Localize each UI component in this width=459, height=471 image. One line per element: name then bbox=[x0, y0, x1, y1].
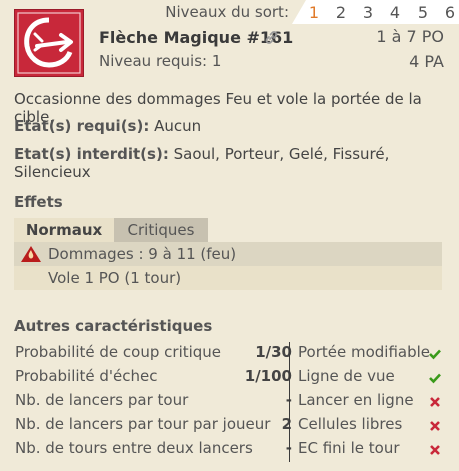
arrow-spell-icon bbox=[17, 12, 81, 74]
spell-ap-cost: 4 PA bbox=[409, 52, 444, 71]
required-states: Etat(s) requi(s): Aucun bbox=[14, 117, 201, 135]
characteristic-row: Nb. de lancers par tour par joueur 2 Cel… bbox=[14, 414, 444, 438]
effect-row: Vole 1 PO (1 tour) bbox=[14, 266, 442, 290]
characteristic-row: Nb. de lancers par tour - Lancer en lign… bbox=[14, 390, 444, 414]
required-states-label: Etat(s) requi(s): bbox=[14, 117, 150, 135]
characteristic-value: 1/30 bbox=[255, 343, 292, 361]
flag-label: Portée modifiable bbox=[298, 343, 430, 361]
flag-label: Cellules libres bbox=[298, 415, 403, 433]
link-icon[interactable] bbox=[263, 29, 280, 50]
level-6-tab[interactable]: 6 bbox=[443, 3, 457, 22]
characteristic-label: Nb. de lancers par tour par joueur bbox=[15, 415, 271, 433]
level-4-tab[interactable]: 4 bbox=[388, 3, 402, 22]
effects-title: Effets bbox=[14, 193, 63, 211]
characteristic-label: Nb. de tours entre deux lancers bbox=[15, 439, 253, 457]
characteristic-row: Probabilité d'échec 1/100 Ligne de vue bbox=[14, 366, 444, 390]
column-divider bbox=[289, 342, 290, 462]
tab-critical-effects[interactable]: Critiques bbox=[114, 218, 208, 242]
level-2-tab[interactable]: 2 bbox=[334, 3, 348, 22]
forbidden-states: Etat(s) interdit(s): Saoul, Porteur, Gel… bbox=[14, 145, 459, 181]
required-level: Niveau requis: 1 bbox=[99, 52, 222, 70]
cross-icon bbox=[430, 421, 440, 431]
levels-tabs: 1 2 3 4 5 6 bbox=[292, 0, 459, 24]
levels-label: Niveaux du sort: bbox=[165, 3, 289, 21]
characteristic-value: 2 bbox=[281, 415, 292, 433]
flag-label: EC fini le tour bbox=[298, 439, 400, 457]
characteristic-label: Nb. de lancers par tour bbox=[15, 391, 189, 409]
cross-icon bbox=[430, 445, 440, 455]
required-states-value: Aucun bbox=[154, 117, 202, 135]
effects-tabs: Normaux Critiques bbox=[14, 218, 208, 242]
effect-text: Vole 1 PO (1 tour) bbox=[48, 269, 182, 287]
characteristics-table: Probabilité de coup critique 1/30 Portée… bbox=[14, 342, 444, 462]
characteristic-value: 1/100 bbox=[244, 367, 292, 385]
characteristic-row: Nb. de tours entre deux lancers - EC fin… bbox=[14, 438, 444, 462]
cross-icon bbox=[430, 397, 440, 407]
characteristics-title: Autres caractéristiques bbox=[14, 317, 213, 335]
effect-text: Dommages : 9 à 11 (feu) bbox=[48, 245, 237, 263]
check-icon bbox=[429, 373, 441, 384]
check-icon bbox=[429, 349, 441, 360]
forbidden-states-label: Etat(s) interdit(s): bbox=[14, 145, 169, 163]
spell-range: 1 à 7 PO bbox=[376, 27, 444, 46]
spell-icon bbox=[14, 9, 84, 77]
level-5-tab[interactable]: 5 bbox=[416, 3, 430, 22]
effect-row: Dommages : 9 à 11 (feu) bbox=[14, 242, 442, 266]
characteristic-label: Probabilité d'échec bbox=[15, 367, 158, 385]
characteristic-label: Probabilité de coup critique bbox=[15, 343, 222, 361]
characteristic-row: Probabilité de coup critique 1/30 Portée… bbox=[14, 342, 444, 366]
flag-label: Lancer en ligne bbox=[298, 391, 414, 409]
level-3-tab[interactable]: 3 bbox=[361, 3, 375, 22]
tab-normal-effects[interactable]: Normaux bbox=[14, 218, 114, 242]
flag-label: Ligne de vue bbox=[298, 367, 395, 385]
level-1-tab[interactable]: 1 bbox=[307, 3, 321, 22]
